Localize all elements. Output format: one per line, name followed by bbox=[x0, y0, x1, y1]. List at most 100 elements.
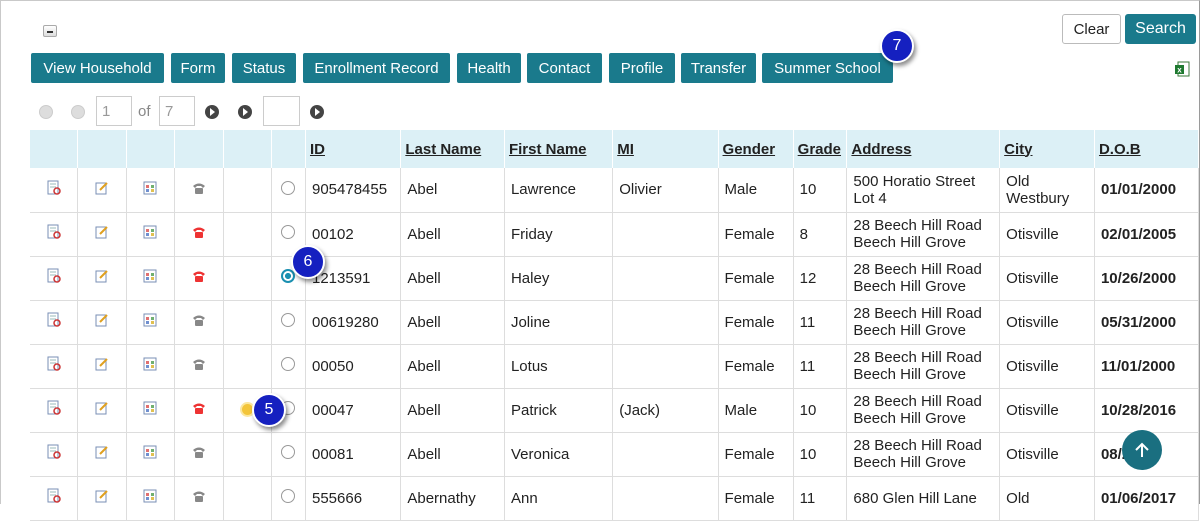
table-row[interactable]: 00081 Abell Veronica Female 10 28 Beech Hill … bbox=[30, 432, 1200, 477]
prev-page-icon[interactable] bbox=[71, 105, 85, 119]
health-button[interactable]: Health bbox=[457, 53, 521, 83]
alert-cell bbox=[223, 344, 272, 389]
schedule-icon[interactable] bbox=[126, 168, 176, 213]
table-row[interactable]: 905478455 Abel Lawrence Olivier Male 10 500 Ho… bbox=[30, 168, 1200, 213]
cell-last-name: Abell bbox=[400, 388, 505, 433]
select-cell[interactable] bbox=[271, 432, 306, 477]
view-record-icon[interactable] bbox=[30, 256, 79, 301]
table-row[interactable]: 00050 Abell Lotus Female 11 28 Beech Hill Roa… bbox=[30, 344, 1200, 389]
phone-icon[interactable] bbox=[174, 432, 224, 477]
col-first-name[interactable]: First Name bbox=[504, 130, 614, 168]
table-row[interactable]: 00047 Abell Patrick (Jack) Male 10 28 Beech Hi… bbox=[30, 388, 1200, 433]
last-page-icon[interactable] bbox=[238, 105, 252, 119]
cell-dob: 10/26/2000 bbox=[1094, 256, 1200, 301]
view-record-icon[interactable] bbox=[30, 476, 79, 521]
row-select-radio[interactable] bbox=[281, 313, 296, 327]
cell-last-name: Abell bbox=[400, 300, 505, 345]
form-button[interactable]: Form bbox=[171, 53, 225, 83]
row-select-radio[interactable] bbox=[281, 445, 296, 459]
edit-icon[interactable] bbox=[77, 388, 127, 433]
select-cell[interactable] bbox=[271, 300, 306, 345]
cell-mi: (Jack) bbox=[612, 388, 719, 433]
edit-icon[interactable] bbox=[77, 476, 127, 521]
cell-mi bbox=[612, 212, 719, 257]
cell-gender: Female bbox=[718, 344, 794, 389]
row-select-radio[interactable] bbox=[281, 489, 296, 503]
row-select-radio[interactable] bbox=[281, 225, 296, 239]
col-address[interactable]: Address bbox=[846, 130, 1001, 168]
row-select-radio[interactable] bbox=[281, 180, 296, 195]
phone-icon[interactable] bbox=[174, 256, 224, 301]
cell-address: 28 Beech Hill Road Beech Hill Grove bbox=[846, 344, 1001, 389]
view-record-icon[interactable] bbox=[30, 432, 79, 477]
phone-icon[interactable] bbox=[174, 388, 224, 433]
phone-icon[interactable] bbox=[174, 168, 224, 213]
cell-city: Otisville bbox=[999, 432, 1095, 477]
cell-dob: 01/01/2000 bbox=[1094, 168, 1200, 213]
phone-icon[interactable] bbox=[174, 300, 224, 345]
col-mi[interactable]: MI bbox=[612, 130, 719, 168]
schedule-icon[interactable] bbox=[126, 256, 176, 301]
cell-id: 00050 bbox=[305, 344, 402, 389]
col-gender[interactable]: Gender bbox=[718, 130, 794, 168]
cell-first-name: Patrick bbox=[504, 388, 614, 433]
schedule-icon[interactable] bbox=[126, 432, 176, 477]
current-page-input[interactable]: 1 bbox=[96, 96, 132, 126]
edit-icon[interactable] bbox=[77, 432, 127, 477]
phone-icon[interactable] bbox=[174, 476, 224, 521]
schedule-icon[interactable] bbox=[126, 212, 176, 257]
view-record-icon[interactable] bbox=[30, 168, 79, 213]
schedule-icon[interactable] bbox=[126, 344, 176, 389]
goto-page-input[interactable] bbox=[263, 96, 300, 126]
profile-button[interactable]: Profile bbox=[609, 53, 675, 83]
summer-school-button[interactable]: Summer School bbox=[762, 53, 893, 83]
cell-city: Otisville bbox=[999, 212, 1095, 257]
col-last-name[interactable]: Last Name bbox=[400, 130, 505, 168]
svg-text:x: x bbox=[1177, 66, 1182, 75]
table-row[interactable]: 1213591 Abell Haley Female 12 28 Beech Hill R… bbox=[30, 256, 1200, 301]
student-search-panel: Clear Search View Household Form Status … bbox=[0, 0, 1200, 521]
next-page-icon[interactable] bbox=[205, 105, 219, 119]
edit-icon[interactable] bbox=[77, 212, 127, 257]
edit-icon[interactable] bbox=[77, 256, 127, 301]
first-page-icon[interactable] bbox=[39, 105, 53, 119]
go-icon[interactable] bbox=[310, 105, 324, 119]
contact-button[interactable]: Contact bbox=[527, 53, 602, 83]
clear-button[interactable]: Clear bbox=[1062, 14, 1121, 44]
schedule-icon[interactable] bbox=[126, 476, 176, 521]
phone-icon[interactable] bbox=[174, 344, 224, 389]
view-record-icon[interactable] bbox=[30, 212, 79, 257]
collapse-icon[interactable] bbox=[43, 25, 57, 37]
cell-grade: 8 bbox=[793, 212, 848, 257]
edit-icon[interactable] bbox=[77, 344, 127, 389]
view-household-button[interactable]: View Household bbox=[31, 53, 164, 83]
cell-id: 555666 bbox=[305, 476, 402, 521]
col-id[interactable]: ID bbox=[305, 130, 402, 168]
enrollment-record-button[interactable]: Enrollment Record bbox=[303, 53, 450, 83]
edit-icon[interactable] bbox=[77, 300, 127, 345]
view-record-icon[interactable] bbox=[30, 388, 79, 433]
row-select-radio[interactable] bbox=[281, 357, 296, 371]
col-grade[interactable]: Grade bbox=[793, 130, 848, 168]
excel-export-icon[interactable]: x bbox=[1174, 61, 1190, 77]
col-dob[interactable]: D.O.B bbox=[1094, 130, 1200, 168]
table-row[interactable]: 555666 Abernathy Ann Female 11 680 Glen Hill … bbox=[30, 476, 1200, 521]
edit-icon[interactable] bbox=[77, 168, 127, 213]
table-row[interactable]: 00619280 Abell Joline Female 11 28 Beech Hill… bbox=[30, 300, 1200, 345]
table-row[interactable]: 00102 Abell Friday Female 8 28 Beech Hill Roa… bbox=[30, 212, 1200, 257]
select-cell[interactable] bbox=[271, 168, 306, 213]
scroll-top-icon[interactable] bbox=[1122, 430, 1162, 470]
cell-grade: 11 bbox=[793, 476, 848, 521]
search-button[interactable]: Search bbox=[1125, 14, 1196, 44]
alert-cell bbox=[223, 168, 272, 213]
schedule-icon[interactable] bbox=[126, 388, 176, 433]
status-button[interactable]: Status bbox=[232, 53, 296, 83]
schedule-icon[interactable] bbox=[126, 300, 176, 345]
select-cell[interactable] bbox=[271, 476, 306, 521]
select-cell[interactable] bbox=[271, 344, 306, 389]
view-record-icon[interactable] bbox=[30, 344, 79, 389]
col-city[interactable]: City bbox=[999, 130, 1095, 168]
view-record-icon[interactable] bbox=[30, 300, 79, 345]
phone-icon[interactable] bbox=[174, 212, 224, 257]
transfer-button[interactable]: Transfer bbox=[681, 53, 756, 83]
